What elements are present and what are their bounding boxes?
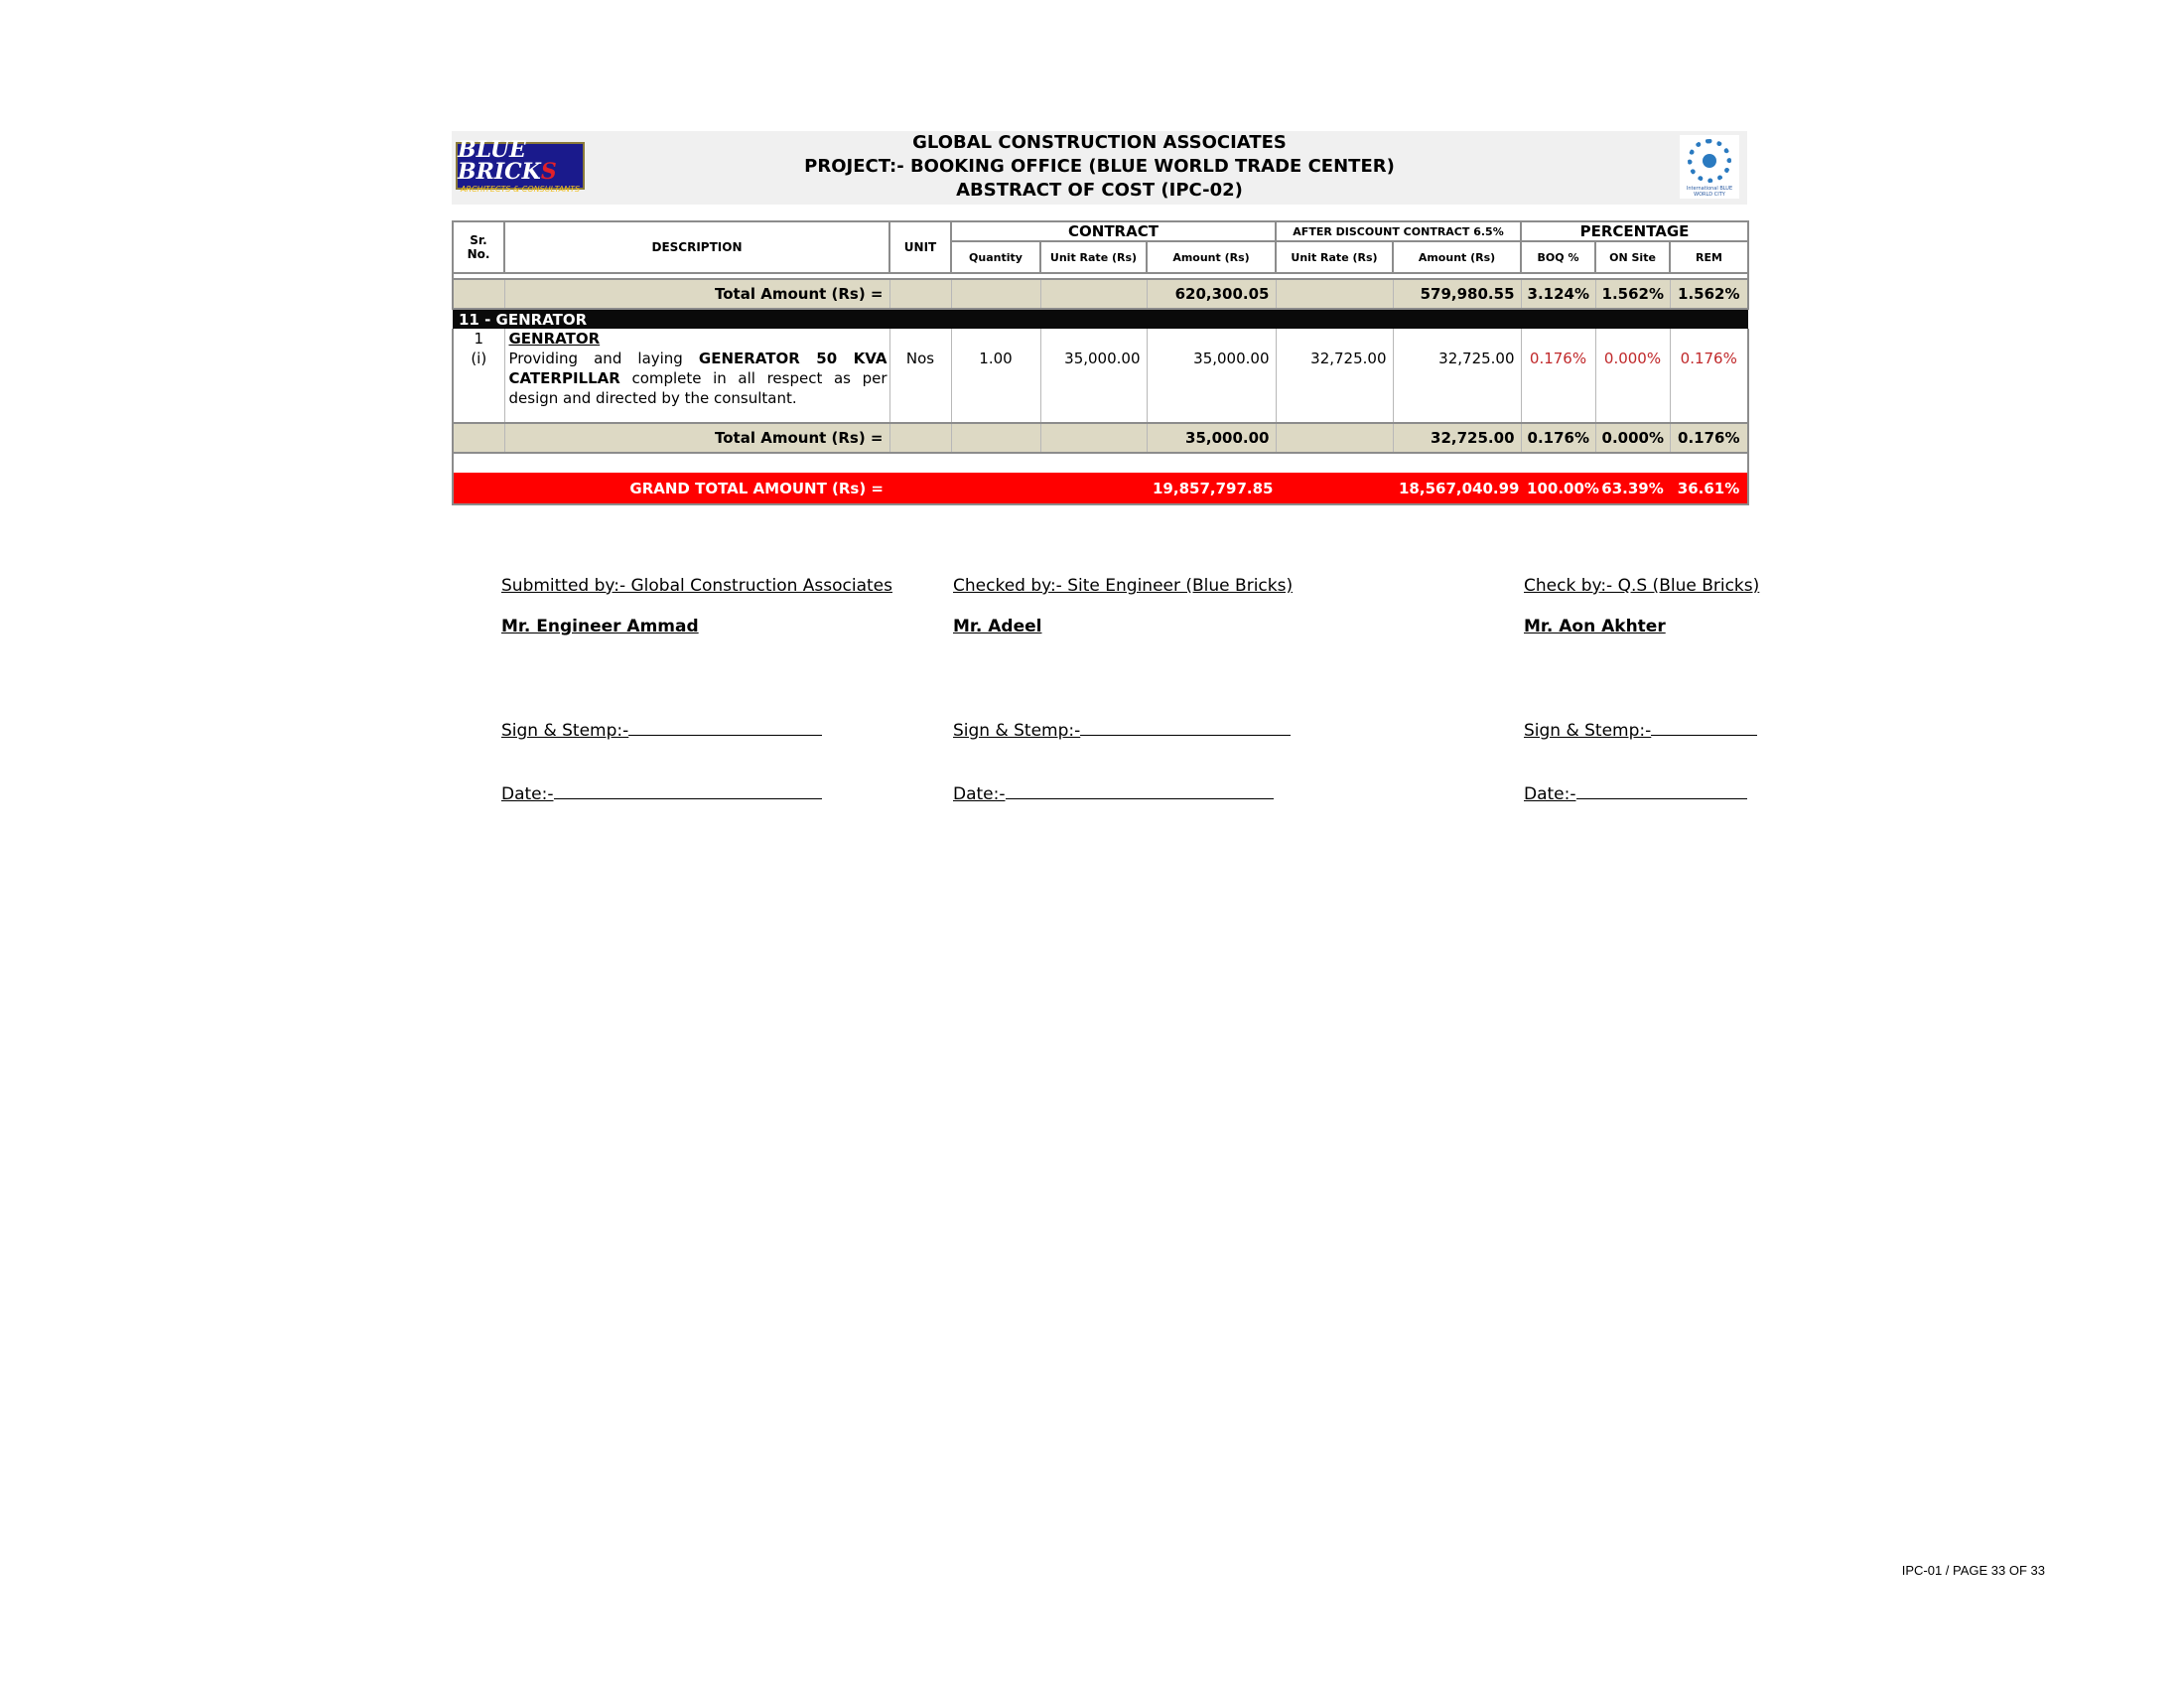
col-boq: BOQ % — [1520, 240, 1597, 274]
col-ad-amount: Amount (Rs) — [1391, 240, 1523, 274]
item-total-on-site: 0.000% — [1595, 422, 1671, 454]
col-quantity: Quantity — [950, 240, 1041, 274]
section-title: 11 - GENRATOR — [453, 309, 1749, 329]
item-amount: 35,000.00 — [1147, 329, 1277, 423]
globe-icon — [1688, 139, 1731, 183]
submitted-by: Submitted by:- Global Construction Assoc… — [501, 576, 892, 596]
section-row: 11 - GENRATOR — [453, 309, 1749, 329]
page-footer: IPC-01 / PAGE 33 OF 33 — [1901, 1563, 2045, 1578]
total-ad-amount: 579,980.55 — [1393, 278, 1522, 310]
item-total-ad-amount: 32,725.00 — [1393, 422, 1522, 454]
item-on-site: 0.000% — [1595, 329, 1671, 423]
item-total-label: Total Amount (Rs) = — [504, 422, 890, 454]
date-2: Date:- — [953, 784, 1274, 804]
checked-by: Checked by:- Site Engineer (Blue Bricks) — [953, 576, 1294, 596]
grand-total-ad-amount: 18,567,040.99 — [1393, 473, 1522, 505]
signatory-name-3: Mr. Aon Akhter — [1524, 617, 1666, 636]
project-title: PROJECT:- BOOKING OFFICE (BLUE WORLD TRA… — [804, 156, 1395, 177]
col-amount: Amount (Rs) — [1146, 240, 1277, 274]
grand-total-amount: 19,857,797.85 — [1147, 473, 1276, 505]
item-description: GENRATOR Providing and laying GENERATOR … — [504, 329, 890, 423]
company-title: GLOBAL CONSTRUCTION ASSOCIATES — [912, 132, 1287, 153]
col-unit-rate: Unit Rate (Rs) — [1039, 240, 1148, 274]
item-total-row: Total Amount (Rs) = 35,000.00 32,725.00 … — [452, 422, 1750, 454]
col-sr-no: Sr. No. — [452, 220, 505, 274]
item-boq: 0.176% — [1521, 329, 1596, 423]
col-ad-unit-rate: Unit Rate (Rs) — [1275, 240, 1394, 274]
abstract-of-cost-table: Sr. No. DESCRIPTION UNIT CONTRACT AFTER … — [451, 220, 1750, 505]
date-1: Date:- — [501, 784, 822, 804]
total-on-site: 1.562% — [1595, 278, 1671, 310]
grand-total-on-site: 63.39% — [1595, 473, 1671, 505]
total-label: Total Amount (Rs) = — [504, 278, 890, 310]
col-contract: CONTRACT — [950, 220, 1277, 242]
item-sub-sr: (i) — [471, 350, 487, 367]
item-total-rem: 0.176% — [1670, 422, 1750, 454]
item-sr: 1 — [474, 330, 484, 348]
top-total-row: Total Amount (Rs) = 620,300.05 579,980.5… — [452, 278, 1750, 310]
item-unit-rate: 35,000.00 — [1040, 329, 1148, 423]
col-rem: REM — [1669, 240, 1750, 274]
col-on-site: ON Site — [1594, 240, 1672, 274]
item-total-boq: 0.176% — [1521, 422, 1596, 454]
item-total-amount: 35,000.00 — [1147, 422, 1277, 454]
ipc-sheet: BLUE BRICKS ARCHITECTS & CONSULTANTS GLO… — [451, 131, 1750, 505]
grand-total-rem: 36.61% — [1670, 473, 1750, 505]
item-ad-amount: 32,725.00 — [1393, 329, 1522, 423]
sign-stamp-3: Sign & Stemp:- — [1524, 721, 1758, 741]
item-ad-unit-rate: 32,725.00 — [1276, 329, 1394, 423]
table-row: 1 (i) GENRATOR Providing and laying GENER… — [452, 329, 1750, 423]
date-3: Date:- — [1524, 784, 1747, 804]
document-titles: GLOBAL CONSTRUCTION ASSOCIATES PROJECT:-… — [452, 131, 1747, 203]
col-description: DESCRIPTION — [503, 220, 890, 274]
grand-total-row: GRAND TOTAL AMOUNT (Rs) = 19,857,797.85 … — [452, 473, 1750, 505]
signatory-name-1: Mr. Engineer Ammad — [501, 617, 699, 636]
col-after-discount: AFTER DISCOUNT CONTRACT 6.5% — [1274, 220, 1523, 242]
item-rem: 0.176% — [1670, 329, 1750, 423]
signatory-name-2: Mr. Adeel — [953, 617, 1042, 636]
total-rem: 1.562% — [1670, 278, 1750, 310]
check-by: Check by:- Q.S (Blue Bricks) — [1524, 576, 1760, 596]
col-percentage: PERCENTAGE — [1520, 220, 1750, 242]
total-boq: 3.124% — [1521, 278, 1596, 310]
grand-total-boq: 100.00% — [1521, 473, 1599, 505]
item-unit: Nos — [889, 329, 952, 423]
grand-total-label: GRAND TOTAL AMOUNT (Rs) = — [504, 473, 889, 505]
blue-world-city-logo: International BLUE WORLD CITY — [1680, 135, 1739, 199]
sign-stamp-2: Sign & Stemp:- — [953, 721, 1292, 741]
document-header: BLUE BRICKS ARCHITECTS & CONSULTANTS GLO… — [452, 131, 1747, 207]
total-amount: 620,300.05 — [1147, 278, 1277, 310]
sign-stamp-1: Sign & Stemp:- — [501, 721, 823, 741]
abstract-title: ABSTRACT OF COST (IPC-02) — [956, 180, 1243, 201]
item-heading: GENRATOR — [508, 330, 601, 348]
col-unit: UNIT — [888, 220, 952, 274]
item-quantity: 1.00 — [951, 329, 1041, 423]
